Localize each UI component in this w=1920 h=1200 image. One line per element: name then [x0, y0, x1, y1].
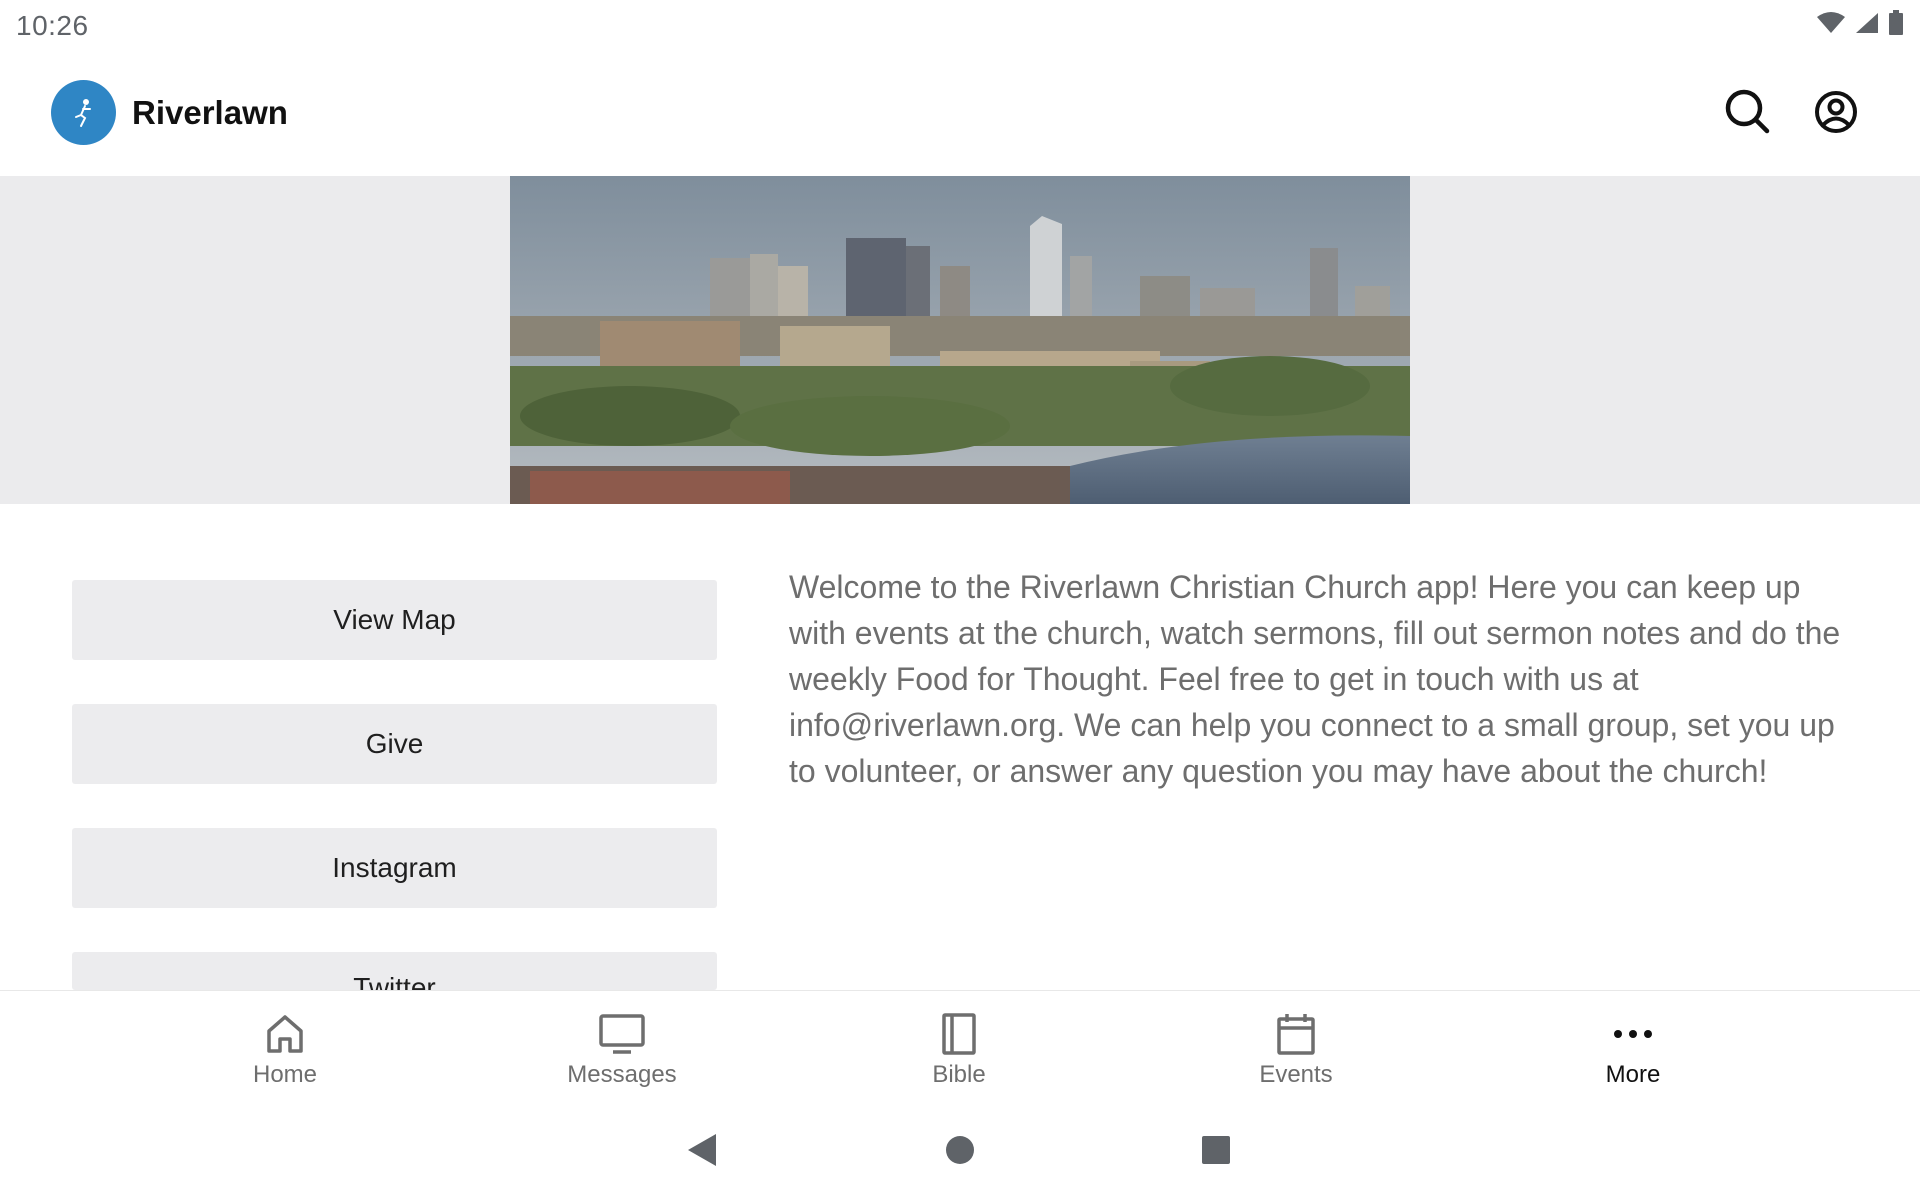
more-horizontal-icon — [1608, 1011, 1658, 1057]
search-icon — [1725, 89, 1770, 134]
nav-events[interactable]: Events — [1196, 991, 1396, 1101]
recents-square-icon — [1202, 1136, 1230, 1164]
status-bar: 10:26 — [0, 0, 1920, 50]
app-logo — [51, 80, 116, 145]
back-button[interactable] — [682, 1130, 722, 1170]
twitter-button[interactable]: Twitter — [72, 952, 717, 990]
system-navigation — [0, 1100, 1920, 1200]
app-header: Riverlawn — [0, 50, 1920, 176]
status-time: 10:26 — [16, 10, 89, 41]
hero-banner — [0, 176, 1920, 504]
nav-messages[interactable]: Messages — [522, 991, 722, 1101]
nav-messages-label: Messages — [567, 1061, 677, 1088]
recents-button[interactable] — [1196, 1130, 1236, 1170]
nav-bible-label: Bible — [932, 1061, 986, 1088]
calendar-icon — [1271, 1011, 1321, 1057]
nav-more-label: More — [1605, 1061, 1661, 1088]
home-system-button[interactable] — [940, 1130, 980, 1170]
tv-icon — [597, 1011, 647, 1057]
wifi-icon — [1816, 11, 1846, 40]
runner-logo-icon — [74, 98, 91, 127]
book-icon — [934, 1011, 984, 1057]
twitter-button-label: Twitter — [353, 972, 436, 990]
account-button[interactable] — [1810, 86, 1862, 138]
app-title: Riverlawn — [132, 94, 288, 131]
nav-events-label: Events — [1259, 1061, 1333, 1088]
account-circle-icon — [1815, 91, 1857, 133]
home-circle-icon — [946, 1136, 974, 1164]
instagram-button[interactable]: Instagram — [72, 828, 717, 908]
nav-bible[interactable]: Bible — [859, 991, 1059, 1101]
nav-home[interactable]: Home — [185, 991, 385, 1101]
back-icon — [688, 1134, 716, 1166]
battery-icon — [1888, 10, 1904, 41]
status-icons — [1816, 10, 1904, 41]
city-skyline-image — [510, 176, 1410, 504]
give-button[interactable]: Give — [72, 704, 717, 784]
nav-more[interactable]: More — [1533, 991, 1733, 1101]
welcome-text: Welcome to the Riverlawn Christian Churc… — [789, 569, 1841, 789]
search-button[interactable] — [1722, 86, 1774, 138]
nav-home-label: Home — [252, 1061, 318, 1088]
bottom-navigation: Home Messages Bible Events More — [0, 990, 1920, 1100]
home-icon — [260, 1011, 310, 1057]
cell-signal-icon — [1854, 11, 1880, 40]
view-map-button[interactable]: View Map — [72, 580, 717, 660]
